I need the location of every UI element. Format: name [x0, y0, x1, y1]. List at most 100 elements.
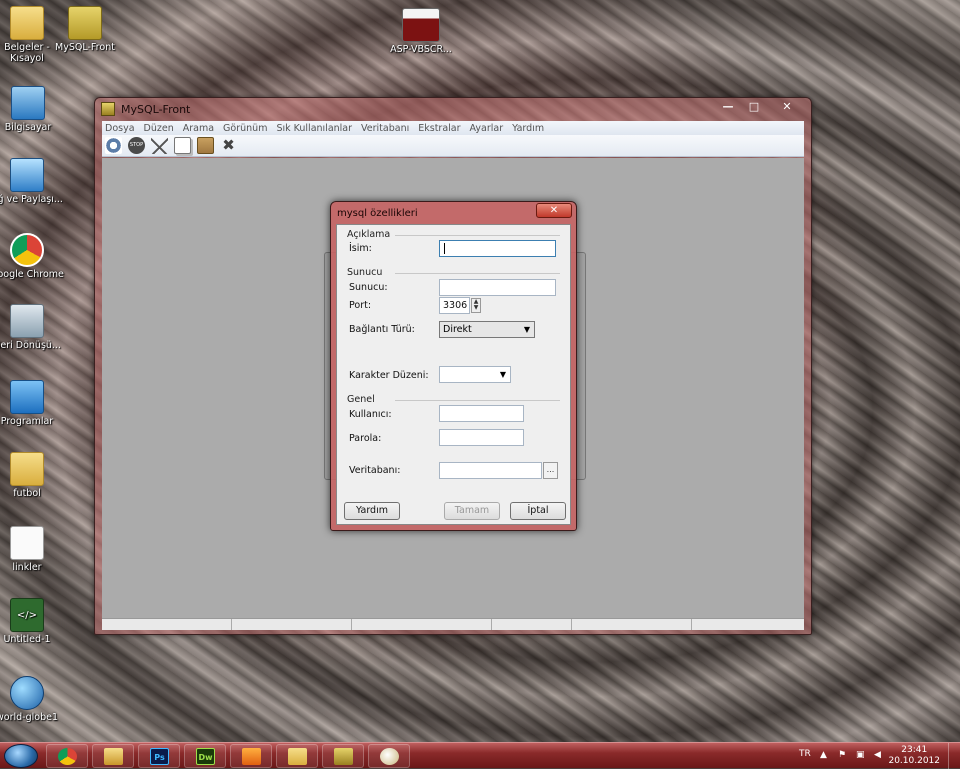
- folder-icon: [288, 748, 307, 765]
- help-button[interactable]: Yardım: [344, 502, 400, 520]
- folder-icon: [10, 452, 44, 486]
- menu-ayarlar[interactable]: Ayarlar: [470, 123, 504, 134]
- maximize-button[interactable]: □: [741, 99, 767, 116]
- tray-expand-icon[interactable]: ▲: [820, 750, 830, 760]
- desktop-icon-mysql-front[interactable]: MySQL-Front: [48, 6, 122, 53]
- desktop-icon-untitled[interactable]: </> Untitled-1: [0, 598, 64, 645]
- asp-file-icon: </>: [10, 598, 44, 632]
- section-divider: [395, 235, 560, 236]
- host-label: Sunucu:: [349, 282, 388, 293]
- window-title: MySQL-Front: [121, 102, 191, 116]
- dreamweaver-icon: Dw: [196, 748, 215, 765]
- system-clock[interactable]: 23:41 20.10.2012: [888, 745, 940, 767]
- menu-bar: Dosya Düzen Arama Görünüm Sık Kullanılan…: [102, 121, 804, 135]
- text-document-icon: [10, 526, 44, 560]
- desktop-icon-label: ASP-VBSCR...: [390, 44, 452, 55]
- start-button[interactable]: [4, 744, 38, 768]
- desktop-icon-label: MySQL-Front: [55, 42, 115, 53]
- taskbar-explorer[interactable]: [92, 744, 134, 768]
- password-label: Parola:: [349, 433, 382, 444]
- taskbar-chrome[interactable]: [46, 744, 88, 768]
- desktop-icon-futbol[interactable]: futbol: [0, 452, 64, 499]
- chrome-icon: [10, 233, 44, 267]
- chevron-down-icon: ▼: [523, 325, 530, 334]
- mysql-front-icon: [68, 6, 102, 40]
- paste-icon[interactable]: [197, 137, 214, 154]
- menu-arama[interactable]: Arama: [183, 123, 214, 134]
- desktop-icon-world-globe[interactable]: world-globe1: [0, 676, 64, 723]
- photoshop-icon: Ps: [150, 748, 169, 765]
- desktop-icon-label: Google Chrome: [0, 269, 64, 280]
- dialog-close-button[interactable]: ✕: [536, 203, 572, 218]
- media-player-icon: [242, 748, 261, 765]
- action-center-icon[interactable]: ⚑: [838, 750, 848, 760]
- desktop-icon-network[interactable]: Ağ ve Paylaşı...: [0, 158, 64, 205]
- taskbar-photoshop[interactable]: Ps: [138, 744, 180, 768]
- desktop-icon-computer[interactable]: Bilgisayar: [0, 86, 65, 133]
- taskbar: Ps Dw TR ▲ ⚑ ▣ ◀ 23:41 20.10.2012: [0, 742, 960, 769]
- copy-icon[interactable]: [174, 137, 191, 154]
- language-indicator[interactable]: TR: [799, 749, 811, 759]
- network-tray-icon[interactable]: ▣: [856, 750, 866, 760]
- chevron-down-icon: ▼: [499, 370, 506, 379]
- desktop-icon-label: world-globe1: [0, 712, 58, 723]
- volume-icon[interactable]: ◀: [874, 750, 884, 760]
- connection-type-label: Bağlantı Türü:: [349, 324, 415, 335]
- password-input[interactable]: [439, 429, 524, 446]
- menu-ekstralar[interactable]: Ekstralar: [418, 123, 460, 134]
- menu-yardim[interactable]: Yardım: [512, 123, 544, 134]
- status-bar: [102, 618, 804, 630]
- menu-dosya[interactable]: Dosya: [105, 123, 135, 134]
- network-icon: [10, 158, 44, 192]
- desktop-icon-label: linkler: [12, 562, 42, 573]
- taskbar-folder[interactable]: [276, 744, 318, 768]
- database-input[interactable]: [439, 462, 542, 479]
- desktop-icon-linkler[interactable]: linkler: [0, 526, 64, 573]
- desktop-icon-label: Ağ ve Paylaşı...: [0, 194, 63, 205]
- database-label: Veritabanı:: [349, 465, 401, 476]
- menu-duzen[interactable]: Düzen: [144, 123, 174, 134]
- desktop-icon-chrome[interactable]: Google Chrome: [0, 233, 64, 280]
- cancel-button[interactable]: İptal: [510, 502, 566, 520]
- mysql-properties-dialog: mysql özellikleri ✕ Açıklama İsim: Sunuc…: [330, 201, 577, 531]
- charset-label: Karakter Düzeni:: [349, 370, 429, 381]
- show-desktop-button[interactable]: [948, 743, 960, 769]
- minimize-button[interactable]: —: [715, 99, 741, 116]
- pdf-document-icon: [402, 8, 440, 42]
- menu-veritabani[interactable]: Veritabanı: [361, 123, 409, 134]
- host-input[interactable]: [439, 279, 556, 296]
- desktop-icon-label: Programlar: [0, 416, 54, 427]
- desktop-icon-recycle-bin[interactable]: Geri Dönüşü...: [0, 304, 64, 351]
- window-titlebar[interactable]: MySQL-Front — □ ✕: [95, 98, 811, 120]
- refresh-icon[interactable]: [105, 137, 122, 154]
- charset-select[interactable]: ▼: [439, 366, 511, 383]
- clock-date: 20.10.2012: [888, 756, 940, 766]
- menu-gorunum[interactable]: Görünüm: [223, 123, 267, 134]
- desktop-icon-pdf[interactable]: ASP-VBSCR...: [384, 8, 458, 55]
- cut-icon[interactable]: [151, 137, 168, 154]
- user-input[interactable]: [439, 405, 524, 422]
- paint-icon: [380, 748, 399, 765]
- programs-icon: [10, 380, 44, 414]
- port-label: Port:: [349, 300, 372, 311]
- delete-icon[interactable]: ✖: [220, 137, 237, 154]
- port-spinner[interactable]: ▲ ▼: [471, 298, 481, 313]
- stop-icon[interactable]: STOP: [128, 137, 145, 154]
- name-input[interactable]: [439, 240, 556, 257]
- desktop-icon-label: Bilgisayar: [4, 122, 52, 133]
- ok-button[interactable]: Tamam: [444, 502, 500, 520]
- port-input[interactable]: 3306: [439, 297, 470, 314]
- toolbar: STOP ✖: [102, 135, 804, 157]
- recycle-bin-icon: [10, 304, 44, 338]
- connection-type-select[interactable]: Direkt ▼: [439, 321, 535, 338]
- close-button[interactable]: ✕: [767, 99, 807, 116]
- mysql-front-icon: [334, 748, 353, 765]
- menu-favorites[interactable]: Sık Kullanılanlar: [276, 123, 352, 134]
- taskbar-dreamweaver[interactable]: Dw: [184, 744, 226, 768]
- section-divider: [395, 273, 560, 274]
- taskbar-media-player[interactable]: [230, 744, 272, 768]
- database-browse-button[interactable]: ...: [543, 462, 558, 479]
- taskbar-mysql-front[interactable]: [322, 744, 364, 768]
- taskbar-paint[interactable]: [368, 744, 410, 768]
- desktop-icon-programs[interactable]: Programlar: [0, 380, 64, 427]
